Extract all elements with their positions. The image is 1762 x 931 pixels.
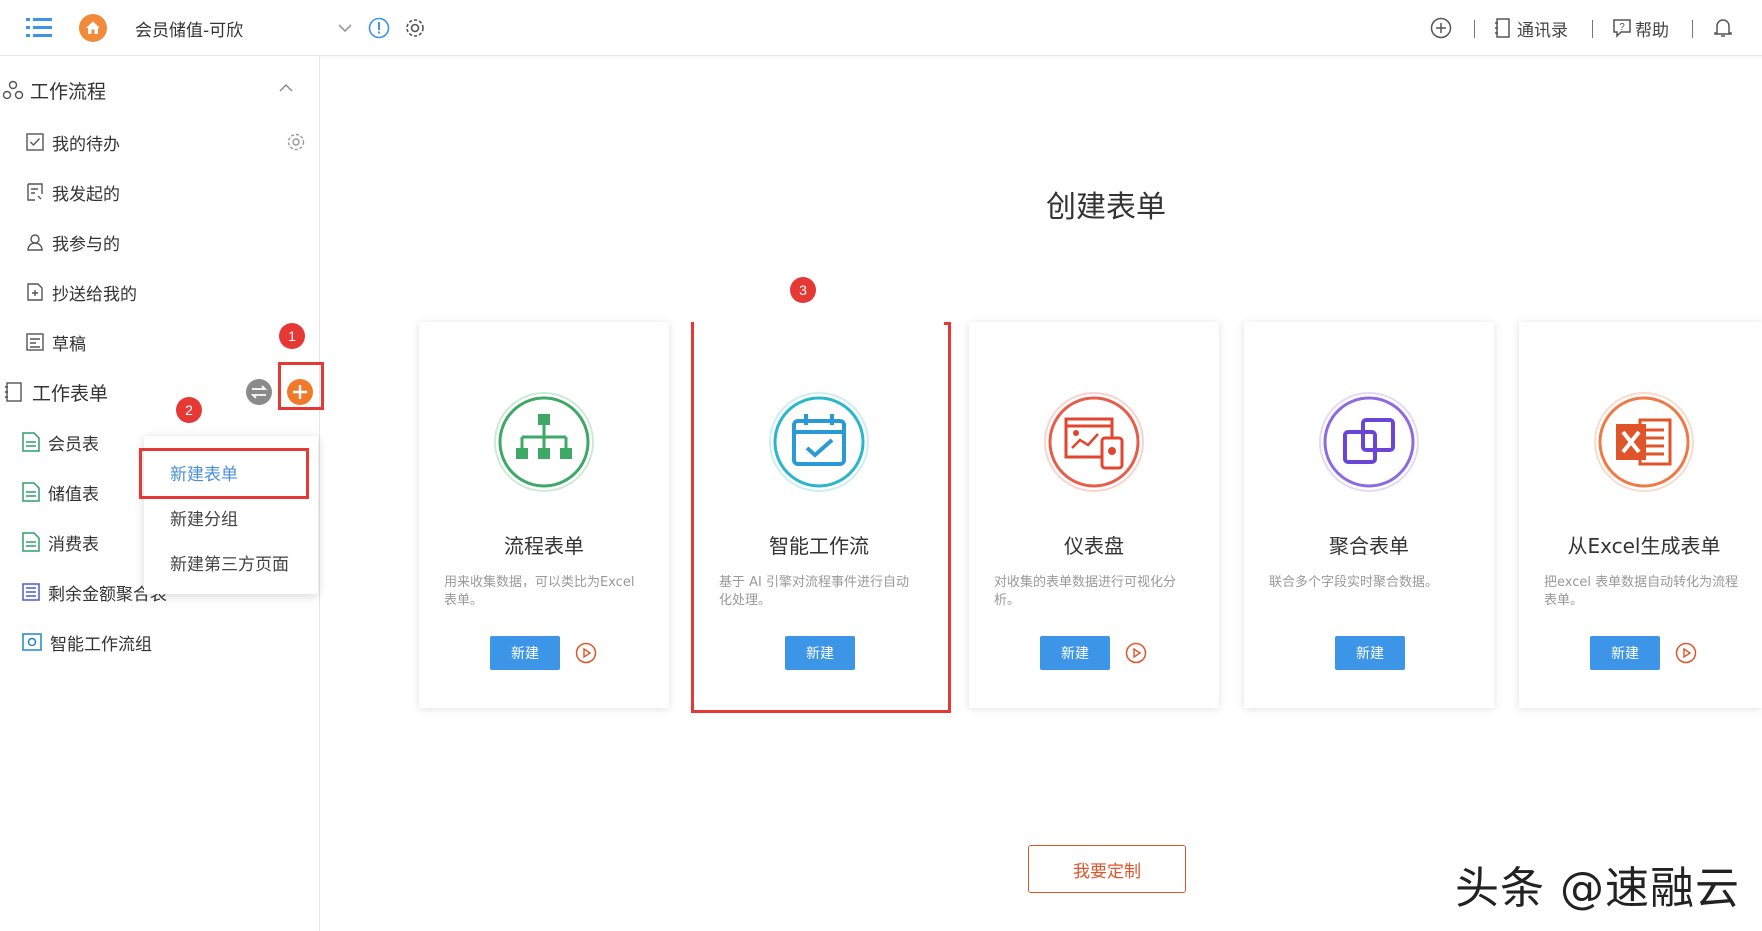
notebook-icon [4, 382, 22, 402]
card-description: 对收集的表单数据进行可视化分析。 [994, 575, 1177, 608]
gear-icon[interactable] [404, 0, 426, 56]
card-smart-workflow: 智能工作流 基于 AI 引擎对流程事件进行自动化处理。 新建 [694, 322, 944, 708]
link-squares-icon [1319, 392, 1419, 492]
sidebar-item-smart-workflow-group[interactable]: 智能工作流组 [0, 620, 320, 664]
card-title: 从Excel生成表单 [1567, 534, 1721, 558]
menu-icon[interactable] [26, 0, 52, 56]
annotation-box [278, 362, 324, 410]
workflow-group-icon [22, 633, 42, 651]
play-video-icon[interactable] [575, 642, 597, 664]
card-title: 流程表单 [504, 534, 584, 558]
sidebar-item-my-participated[interactable]: 我参与的 [0, 220, 320, 264]
page-title: 创建表单 [1046, 190, 1166, 225]
sidebar-item-label: 储值表 [48, 484, 99, 505]
divider [1592, 20, 1593, 38]
play-video-icon[interactable] [1125, 642, 1147, 664]
forms-section-label: 工作表单 [32, 382, 109, 405]
card-process-form: 流程表单 用来收集数据，可以类比为Excel 表单。 新建 [419, 322, 669, 708]
divider [1692, 20, 1693, 38]
card-title: 聚合表单 [1329, 534, 1409, 558]
copy-doc-icon [26, 283, 44, 301]
draft-icon [26, 333, 44, 351]
workflow-section-header[interactable]: 工作流程 [0, 68, 320, 112]
dashboard-icon [1044, 392, 1144, 492]
sidebar-item-label: 草稿 [52, 334, 86, 355]
sidebar-item-drafts[interactable]: 草稿 [0, 320, 320, 364]
sidebar-item-label: 抄送给我的 [52, 284, 137, 305]
watermark: 头条 @速融云 [1455, 863, 1740, 914]
card-aggregate-form: 聚合表单 联合多个字段实时聚合数据。 新建 [1244, 322, 1494, 708]
app-title[interactable]: 会员储值-可欣 [135, 0, 243, 56]
user-icon [26, 233, 44, 251]
sidebar-item-label: 我参与的 [52, 234, 120, 255]
help-link[interactable]: ? 帮助 [1612, 0, 1669, 56]
help-icon: ? [1612, 18, 1632, 38]
help-label: 帮助 [1635, 20, 1669, 41]
calendar-check-icon [769, 392, 869, 492]
card-description: 联合多个字段实时聚合数据。 [1269, 575, 1439, 590]
custom-request-button[interactable]: 我要定制 [1028, 845, 1186, 893]
card-dashboard: 仪表盘 对收集的表单数据进行可视化分析。 新建 [969, 322, 1219, 708]
sidebar-item-my-started[interactable]: 我发起的 [0, 170, 320, 214]
bell-icon[interactable] [1713, 0, 1733, 56]
play-video-icon[interactable] [1675, 642, 1697, 664]
new-button[interactable]: 新建 [490, 636, 560, 670]
menu-item-new-group[interactable]: 新建分组 [144, 495, 318, 539]
svg-text:?: ? [1619, 22, 1625, 33]
forms-section-header[interactable]: 工作表单 [0, 370, 320, 414]
settings-gear-icon[interactable] [286, 132, 306, 152]
new-button[interactable]: 新建 [1335, 636, 1405, 670]
info-icon[interactable] [368, 0, 390, 56]
workflow-icon [2, 80, 24, 100]
excel-icon [1594, 392, 1694, 492]
contacts-link[interactable]: 通讯录 [1495, 0, 1568, 56]
new-button[interactable]: 新建 [1040, 636, 1110, 670]
divider [1474, 20, 1475, 38]
home-icon[interactable] [78, 0, 108, 56]
add-circle-icon[interactable] [1430, 0, 1452, 56]
document-icon [26, 183, 44, 201]
list-icon [22, 583, 40, 601]
card-title: 仪表盘 [1064, 534, 1124, 558]
card-excel-form: 从Excel生成表单 把excel 表单数据自动转化为流程表单。 新建 [1519, 322, 1762, 708]
chevron-down-icon[interactable] [337, 0, 353, 56]
card-description: 基于 AI 引擎对流程事件进行自动化处理。 [719, 575, 909, 608]
form-doc-icon [22, 432, 40, 452]
workflow-section-label: 工作流程 [30, 80, 107, 103]
sidebar-item-label: 我发起的 [52, 184, 120, 205]
card-title: 智能工作流 [769, 534, 869, 558]
sidebar-item-my-todo[interactable]: 我的待办 [0, 120, 320, 164]
card-description: 把excel 表单数据自动转化为流程表单。 [1544, 575, 1739, 608]
new-button[interactable]: 新建 [1590, 636, 1660, 670]
org-chart-icon [494, 392, 594, 492]
annotation-badge: 1 [279, 323, 305, 349]
annotation-box [139, 448, 309, 499]
chevron-up-icon[interactable] [279, 84, 293, 93]
sidebar-item-label: 会员表 [48, 434, 99, 455]
form-doc-icon [22, 532, 40, 552]
form-doc-icon [22, 482, 40, 502]
sidebar-item-cc-to-me[interactable]: 抄送给我的 [0, 270, 320, 314]
annotation-badge: 3 [790, 277, 816, 303]
contacts-icon [1495, 18, 1511, 38]
contacts-label: 通讯录 [1517, 20, 1568, 41]
sidebar-item-label: 智能工作流组 [50, 634, 152, 655]
sidebar-item-label: 消费表 [48, 534, 99, 555]
sidebar-item-label: 我的待办 [52, 134, 120, 155]
top-bar: 会员储值-可欣 通讯录 ? 帮助 [0, 0, 1762, 56]
checkbox-icon [26, 133, 44, 151]
annotation-badge: 2 [176, 397, 202, 423]
switch-icon[interactable] [245, 378, 273, 406]
new-button[interactable]: 新建 [785, 636, 855, 670]
card-description: 用来收集数据，可以类比为Excel 表单。 [444, 575, 635, 608]
menu-item-new-third-party-page[interactable]: 新建第三方页面 [144, 540, 318, 584]
